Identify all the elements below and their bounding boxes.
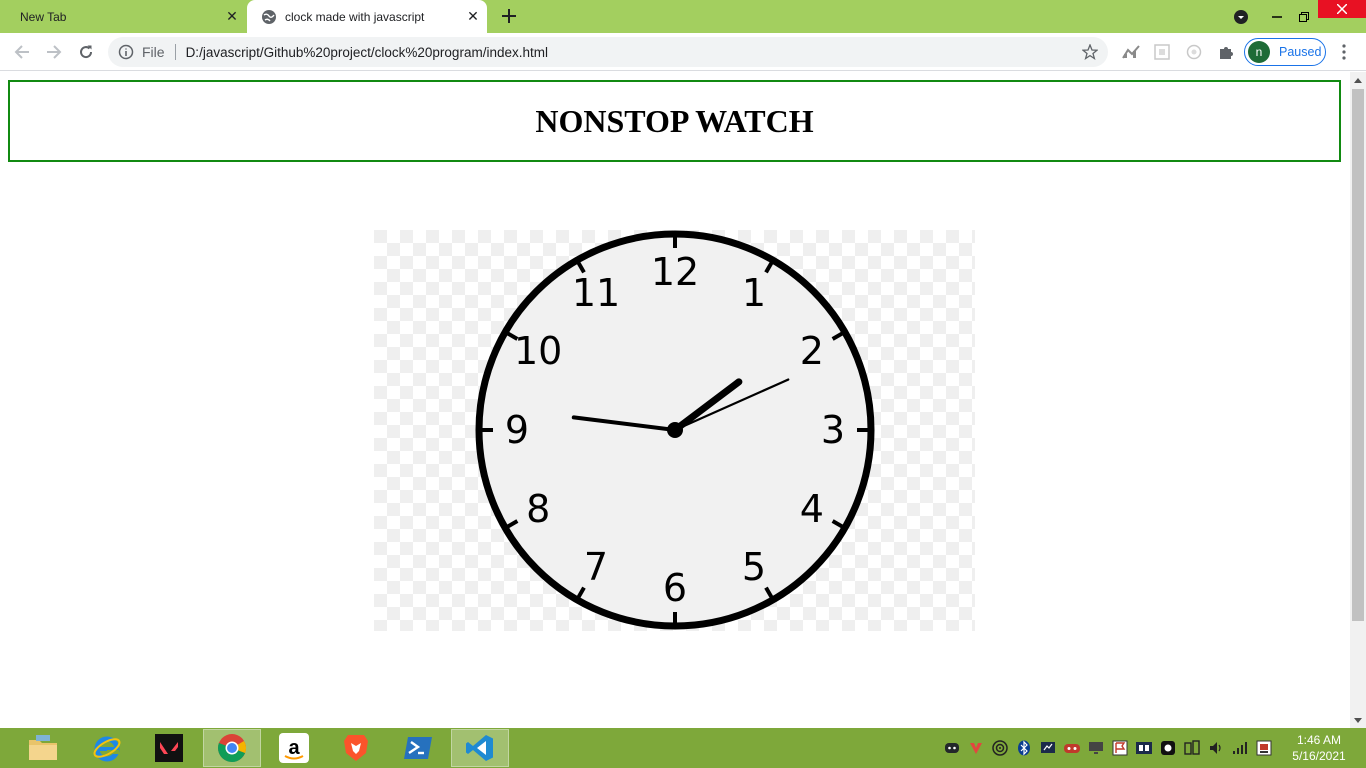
- page-title: NONSTOP WATCH: [535, 102, 814, 139]
- network-app-tray-icon[interactable]: [1040, 740, 1056, 756]
- minimize-icon: [1272, 15, 1282, 18]
- bluetooth-tray-icon[interactable]: [1016, 740, 1032, 756]
- vscode-icon: [466, 735, 493, 761]
- reload-icon: [80, 45, 93, 59]
- powershell-icon: [404, 737, 432, 759]
- analog-clock: 12 12 3 45 6 78 9 1011: [374, 230, 975, 631]
- clock-number: 11: [572, 271, 620, 315]
- clock-number: 9: [505, 408, 529, 452]
- arrow-left-icon: [14, 45, 29, 59]
- profile-status: Paused: [1279, 45, 1322, 59]
- taskbar-amazon[interactable]: a: [265, 729, 323, 767]
- monitor-tray-icon[interactable]: [1088, 740, 1104, 756]
- volume-icon[interactable]: [1208, 740, 1224, 756]
- taskbar-file-explorer[interactable]: [14, 729, 72, 767]
- forward-button[interactable]: [40, 38, 68, 66]
- brave-lion-icon: [344, 735, 368, 761]
- page-header: NONSTOP WATCH: [8, 80, 1341, 162]
- back-button[interactable]: [8, 38, 36, 66]
- extension-chart-icon[interactable]: [1121, 42, 1141, 62]
- dolby-tray-icon[interactable]: [1136, 740, 1152, 756]
- amazon-icon: a: [279, 733, 309, 763]
- windows-taskbar: a 1:46 AM 5/16/2021: [0, 728, 1366, 768]
- clock-number: 10: [514, 329, 562, 373]
- info-icon[interactable]: [118, 44, 134, 60]
- valorant-tray-icon[interactable]: [968, 740, 984, 756]
- taskbar-brave[interactable]: [327, 729, 385, 767]
- extension-grid-icon[interactable]: [1152, 42, 1172, 62]
- tab-title: New Tab: [20, 9, 67, 24]
- close-icon[interactable]: ✕: [459, 3, 487, 31]
- scheme-label: File: [142, 44, 165, 60]
- new-tab-button[interactable]: [497, 4, 521, 28]
- clock-center-pin: [667, 422, 683, 438]
- internet-explorer-icon: [93, 736, 121, 762]
- reload-button[interactable]: [72, 38, 100, 66]
- clock-time: 1:46 AM: [1296, 733, 1342, 747]
- clock-number: 5: [742, 545, 766, 589]
- system-clock[interactable]: 1:46 AM 5/16/2021: [1280, 732, 1358, 764]
- more-vertical-icon: [1342, 44, 1346, 60]
- clock-number: 3: [821, 408, 845, 452]
- taskbar-google-chrome[interactable]: [203, 729, 261, 767]
- browser-menu-button[interactable]: [1332, 40, 1356, 64]
- taskbar-visual-studio-code[interactable]: [451, 729, 509, 767]
- browser-toolbar: File D:/javascript/Github%20project/cloc…: [0, 33, 1366, 71]
- close-icon[interactable]: ✕: [218, 3, 246, 31]
- valorant-icon: [155, 734, 183, 762]
- tab-strip: New Tab ✕ clock made with javascript ✕: [0, 0, 1366, 33]
- flag-tray-icon[interactable]: [1112, 740, 1128, 756]
- address-bar[interactable]: File D:/javascript/Github%20project/cloc…: [108, 37, 1108, 67]
- clock-number: 2: [800, 329, 824, 373]
- clock-number: 1: [742, 271, 766, 315]
- plus-icon: [502, 9, 516, 23]
- discord-tray-icon[interactable]: [944, 740, 960, 756]
- url-text[interactable]: D:/javascript/Github%20project/clock%20p…: [186, 45, 1076, 60]
- minimize-button[interactable]: [1266, 0, 1288, 33]
- game-tray-icon[interactable]: [1064, 740, 1080, 756]
- extension-circle-icon[interactable]: [1184, 42, 1204, 62]
- vertical-scrollbar[interactable]: [1350, 72, 1366, 728]
- tab-search-button[interactable]: [1228, 0, 1254, 33]
- clock-number: 12: [651, 250, 699, 294]
- arrow-right-icon: [47, 45, 62, 59]
- scroll-up-arrow-icon[interactable]: [1350, 72, 1366, 88]
- clock-number: 6: [663, 566, 687, 610]
- clock-number: 7: [584, 545, 608, 589]
- clock-number: 4: [800, 487, 824, 531]
- target-tray-icon[interactable]: [992, 740, 1008, 756]
- notification-flag-icon[interactable]: [1256, 740, 1272, 756]
- extensions-puzzle-icon[interactable]: [1216, 42, 1236, 62]
- scroll-thumb[interactable]: [1352, 89, 1364, 621]
- clock-container: 12 1 2 3 4 5 6 7 8 9 10 11: [374, 230, 975, 631]
- taskbar-powershell[interactable]: [389, 729, 447, 767]
- bookmark-star-icon[interactable]: [1076, 38, 1104, 66]
- restore-icon: [1299, 11, 1309, 22]
- taskbar-internet-explorer[interactable]: [78, 729, 136, 767]
- restore-button[interactable]: [1292, 0, 1316, 33]
- tab-clock[interactable]: clock made with javascript ✕: [247, 0, 487, 33]
- avatar: n: [1248, 41, 1270, 63]
- camera-tray-icon[interactable]: [1160, 740, 1176, 756]
- tab-new-tab[interactable]: New Tab ✕: [0, 0, 246, 33]
- scroll-down-arrow-icon[interactable]: [1350, 712, 1366, 728]
- clock-number: 8: [526, 487, 550, 531]
- wifi-signal-icon[interactable]: [1232, 740, 1248, 756]
- taskbar-valorant[interactable]: [140, 729, 198, 767]
- svg-text:a: a: [288, 737, 300, 759]
- divider: [174, 44, 176, 60]
- page-viewport: NONSTOP WATCH 12 1 2 3 4 5 6 7 8 9 10 11: [0, 72, 1350, 728]
- chrome-icon: [217, 734, 246, 762]
- clock-date: 5/16/2021: [1292, 749, 1346, 763]
- tab-title: clock made with javascript: [285, 9, 425, 24]
- profile-button[interactable]: n Paused: [1244, 38, 1326, 66]
- folder-icon: [29, 735, 57, 760]
- close-window-button[interactable]: [1318, 0, 1366, 18]
- chevron-down-icon: [1234, 9, 1248, 24]
- devices-tray-icon[interactable]: [1184, 740, 1200, 756]
- close-icon: [1337, 4, 1347, 14]
- globe-icon: [261, 9, 277, 25]
